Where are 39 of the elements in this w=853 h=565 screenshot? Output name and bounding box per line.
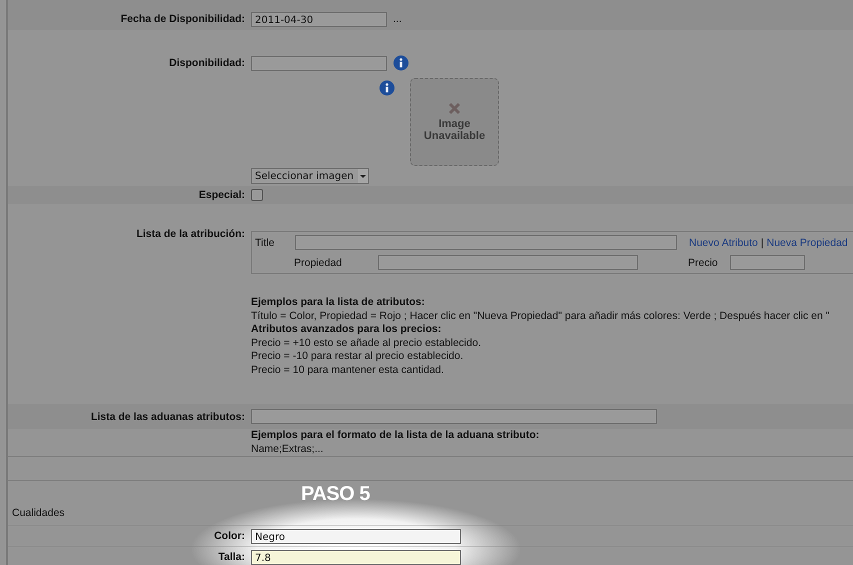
text-field[interactable]: 2011-04-30 xyxy=(251,12,387,26)
cross-icon xyxy=(448,102,461,115)
field-label: Fecha de Disponibilidad: xyxy=(120,13,245,25)
example-text: Título = Color, Propiedad = Rojo ; Hacer clic en "Nueva Propiedad" para añadir más colores: Verde ; Después hacer clic en " xyxy=(251,310,830,323)
property-label: Propiedad xyxy=(294,256,343,268)
step-title: PASO 5 xyxy=(301,482,370,507)
text-field[interactable] xyxy=(251,409,657,424)
field-label: Disponibilidad: xyxy=(168,57,245,69)
price-label: Precio xyxy=(688,256,719,268)
example-text: Ejemplos para la lista de atributos: xyxy=(251,296,426,310)
field-label: Talla: xyxy=(217,551,245,563)
title-field[interactable] xyxy=(295,235,677,250)
field-label: Lista de la atribución: xyxy=(135,228,245,240)
example-text: Precio = 10 para mantener esta cantidad. xyxy=(251,364,445,377)
field-label: Lista de las aduanas atributos: xyxy=(90,410,245,422)
example-text: Precio = -10 para restar al precio establecido. xyxy=(251,350,464,364)
text-field[interactable]: Negro xyxy=(251,528,461,544)
info-icon[interactable] xyxy=(393,55,409,71)
example-text: Precio = +10 esto se añade al precio establecido. xyxy=(251,336,482,350)
field-label: Especial: xyxy=(198,189,245,201)
title-label: Title xyxy=(255,236,276,248)
caret-icon xyxy=(358,169,368,183)
price-field[interactable] xyxy=(730,255,805,270)
date-picker-button[interactable]: ... xyxy=(393,13,402,25)
field-label: Color: xyxy=(213,530,245,542)
example-text: Atributos avanzados para los precios: xyxy=(251,323,442,336)
example-text: Ejemplos para el formato de la lista de la aduana stributo: xyxy=(251,429,540,442)
info-icon[interactable] xyxy=(379,80,395,96)
text-field[interactable] xyxy=(251,56,387,70)
section-title: Cualidades xyxy=(11,507,66,521)
special-checkbox[interactable] xyxy=(251,189,263,201)
link-separator: | xyxy=(760,236,764,248)
image-unavailable-text: Image Unavailable xyxy=(422,118,486,142)
property-field[interactable] xyxy=(378,255,638,270)
new-attribute-link[interactable]: Nuevo Atributo xyxy=(689,236,758,248)
new-property-link[interactable]: Nueva Propiedad xyxy=(766,236,848,248)
text-field[interactable]: 7.8 xyxy=(251,550,461,564)
image-select[interactable]: Seleccionar imagen xyxy=(251,168,369,184)
example-text: Name;Extras;... xyxy=(251,442,324,456)
